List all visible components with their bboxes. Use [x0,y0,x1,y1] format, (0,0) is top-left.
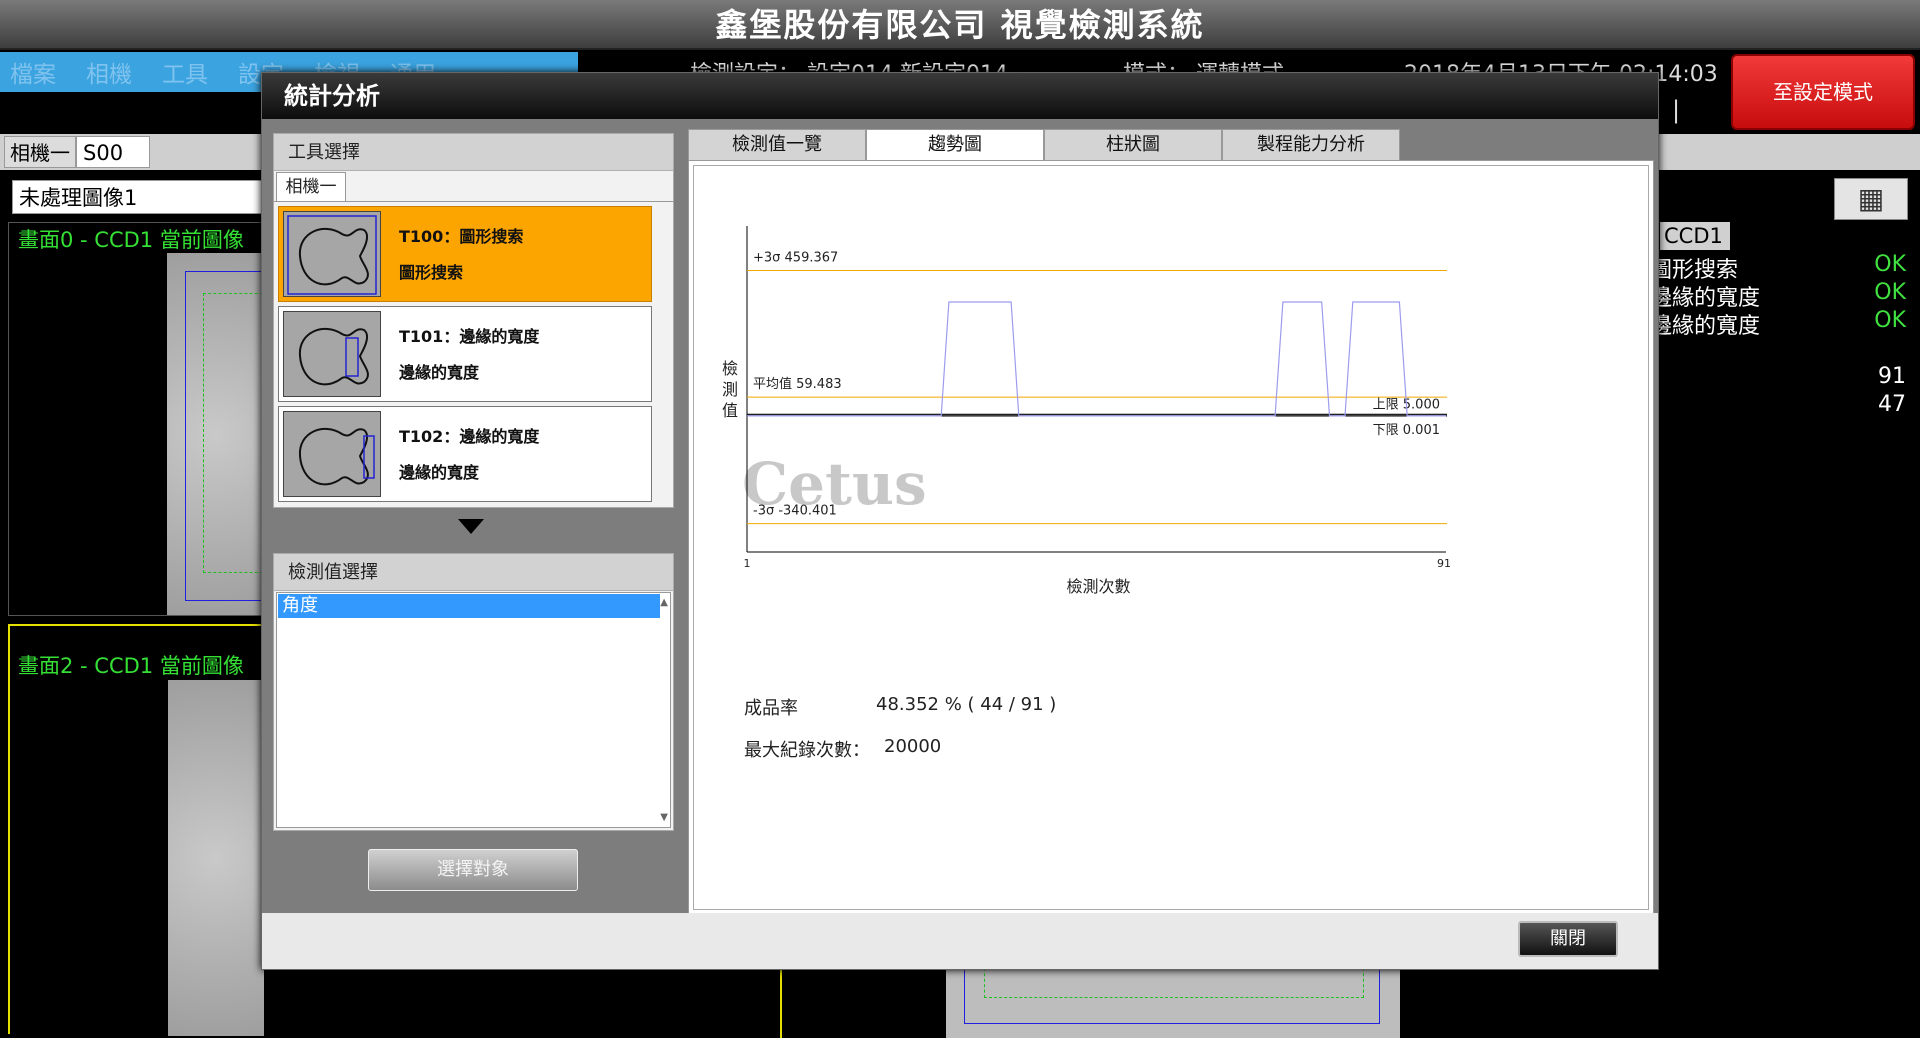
select-target-button[interactable]: 選擇對象 [368,849,578,891]
arrow-down-icon [458,519,484,534]
dialog-title: 統計分析 [262,73,1658,119]
series-line [747,301,1446,417]
chart-frame: Cetus +3σ 459.367 平均值 59.483 上限 5.000 下限 0.0… [693,165,1649,910]
chart-area: Cetus +3σ 459.367 平均值 59.483 上限 5.000 下限 0.0… [688,160,1654,915]
trend-chart: Cetus+3σ 459.367平均值 59.483上限 5.000下限 0.0… [722,226,1451,596]
tab-bar: 檢測值一覽 趨勢圖 柱狀圖 製程能力分析 [688,129,1652,162]
tab-capability[interactable]: 製程能力分析 [1222,129,1400,161]
reference-label: 平均值 59.483 [753,376,842,392]
tool-id: T102：邊緣的寬度 [399,427,540,446]
tab-value-list[interactable]: 檢測值一覽 [688,129,866,161]
tool-item-t101[interactable]: T101：邊緣的寬度 邊緣的寬度 [278,306,652,402]
reference-label: +3σ 459.367 [753,251,838,266]
tool-item-t102[interactable]: T102：邊緣的寬度 邊緣的寬度 [278,406,652,502]
max-records-label: 最大紀錄次數： [744,740,870,761]
panel2-label: 畫面2 - CCD1 當前圖像 [18,654,244,678]
panel0-label: 畫面0 - CCD1 當前圖像 [18,228,244,252]
value-select-header: 檢測值選擇 [274,554,673,591]
dialog-body: 工具選擇 相機一 T100：圖形搜索 圖形搜索 T101：邊緣的寬度 邊緣的寬度… [262,119,1658,915]
tool-name: 圖形搜索 [399,263,464,282]
x-tick-label: 1 [744,557,751,570]
subtab-divider [274,201,673,202]
camera-tab[interactable]: 相機一 [4,136,76,168]
dialog-footer: 關閉 [262,913,1658,969]
result-name: 邊緣的寬度 [1650,314,1761,339]
shape-thumbnail-icon [283,311,381,397]
image-select[interactable]: 未處理圖像1 [12,180,272,214]
model-region [203,293,263,573]
tool-id: T100：圖形搜索 [399,227,524,246]
model-region [984,968,1364,998]
camera-value[interactable]: S00 [76,136,150,168]
x-axis-label: 檢測次數 [1066,577,1130,596]
set-mode-button[interactable]: 至設定模式 [1731,54,1915,130]
tool-select-box: 工具選擇 相機一 T100：圖形搜索 圖形搜索 T101：邊緣的寬度 邊緣的寬度… [273,133,674,508]
tool-name: 邊緣的寬度 [399,363,480,382]
result-status: OK [1874,308,1906,333]
panel-divider [780,968,782,1038]
statistics-dialog: 統計分析 工具選擇 相機一 T100：圖形搜索 圖形搜索 T101：邊緣的寬度 … [261,72,1659,970]
yield-label: 成品率 [744,698,798,719]
camera-subtab[interactable]: 相機一 [276,172,346,202]
scroll-up-icon[interactable]: ▲ [660,597,668,608]
counter-ok: 47 [1878,392,1906,417]
tab-histogram[interactable]: 柱狀圖 [1044,129,1222,161]
tool-name: 邊緣的寬度 [399,463,480,482]
status-caret: | [1672,96,1681,124]
max-records-value: 20000 [884,736,942,757]
y-axis-label: 測 [722,380,738,399]
value-list[interactable]: 角度 ▲ ▼ [276,592,671,828]
camera-image-bottom [946,968,1400,1038]
app-title: 鑫堡股份有限公司 視覺檢測系統 [0,0,1920,50]
menu-camera[interactable]: 相機 [86,55,132,89]
menu-file[interactable]: 檔案 [10,55,56,89]
menu-tools[interactable]: 工具 [162,55,208,89]
result-status: OK [1874,280,1906,305]
value-item[interactable]: 角度 [278,594,660,618]
tool-select-header: 工具選擇 [274,134,673,171]
y-axis-label: 檢 [722,359,738,378]
y-axis-label: 值 [722,401,738,420]
close-button[interactable]: 關閉 [1518,921,1618,957]
x-tick-label: 91 [1437,557,1451,570]
counter-total: 91 [1878,364,1906,389]
scroll-down-icon[interactable]: ▼ [660,812,668,823]
reference-label: -3σ -340.401 [753,504,837,519]
ccd-label: CCD1 [1660,222,1730,250]
shape-thumbnail-icon [283,411,381,497]
tool-id: T101：邊緣的寬度 [399,327,540,346]
image-panel-2 [8,624,264,1036]
reference-label: 下限 0.001 [1373,423,1440,438]
tab-trend[interactable]: 趨勢圖 [866,129,1044,162]
film-icon[interactable]: ▦ [1834,178,1908,220]
image-panel-0 [8,222,265,616]
tool-item-t100[interactable]: T100：圖形搜索 圖形搜索 [278,206,652,302]
camera-image [168,680,264,1036]
value-select-box: 檢測值選擇 角度 ▲ ▼ [273,553,674,831]
result-status: OK [1874,252,1906,277]
shape-thumbnail-icon [283,211,381,297]
result-row: 邊緣的寬度 OK [1650,308,1912,340]
yield-value: 48.352 % ( 44 / 91 ) [876,694,1057,715]
